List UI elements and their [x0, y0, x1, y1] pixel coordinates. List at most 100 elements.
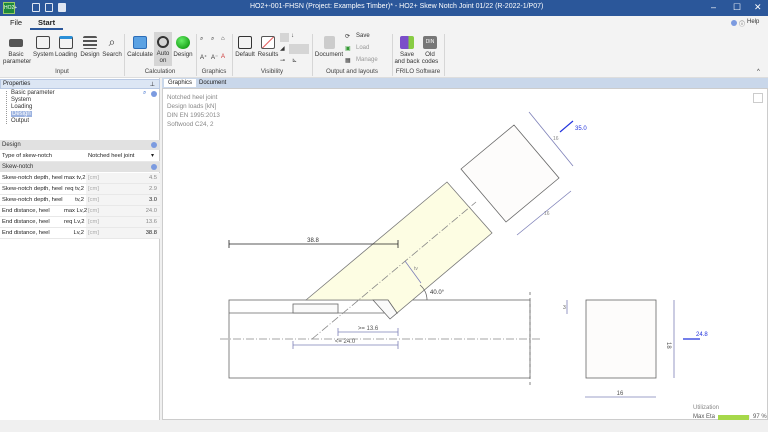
ribbon: Basic parameter System Loading Design ⌕ S…: [0, 30, 768, 78]
default-button[interactable]: Default: [234, 36, 256, 58]
row-label: End distance, heel: [2, 230, 50, 236]
row-value[interactable]: 38.8: [146, 230, 157, 236]
collapse-ribbon-icon[interactable]: ^: [757, 69, 760, 75]
auto-on-button[interactable]: Auto on: [154, 32, 172, 66]
row-symbol: max Lv,2: [64, 208, 88, 214]
home-view-icon[interactable]: ⌂: [221, 36, 225, 42]
system-icon: [36, 36, 50, 49]
maximize-button[interactable]: ☐: [733, 2, 741, 13]
row-unit: [cm]: [88, 197, 99, 203]
tab-document[interactable]: Document: [195, 79, 230, 87]
manage-layout-button[interactable]: Manage: [356, 57, 378, 63]
auto-calc-icon: [157, 36, 169, 48]
property-row: End distance, heel max Lv,2 [cm] 24.0: [0, 206, 160, 217]
help-button[interactable]: Help: [747, 19, 759, 25]
properties-header: Properties ⊥: [0, 79, 160, 89]
tree-item-system[interactable]: System: [11, 97, 31, 103]
dimension-toggle-icon[interactable]: [289, 44, 309, 54]
loading-button[interactable]: Loading: [55, 36, 77, 58]
new-file-icon[interactable]: [32, 3, 40, 12]
support-icon[interactable]: ⊸: [280, 57, 285, 64]
property-row: Skew-notch depth, heel max tv,2 [cm] 4.5: [0, 173, 160, 184]
arrow-down-icon[interactable]: ↓: [291, 33, 294, 39]
row-label: End distance, heel: [2, 219, 50, 225]
pin-icon[interactable]: ⊥: [150, 81, 155, 88]
row-label: Skew-notch depth, heel: [2, 186, 63, 192]
design-section-header: Design: [0, 140, 160, 150]
section-b-label: 16: [617, 391, 624, 397]
row-symbol: Lv,2: [73, 230, 84, 236]
search-button[interactable]: ⌕ Search: [102, 35, 122, 59]
results-button[interactable]: Results: [257, 36, 279, 58]
separator: [444, 34, 445, 76]
save-icon[interactable]: [45, 3, 53, 12]
status-bar: [0, 420, 768, 432]
tab-file[interactable]: File: [10, 18, 22, 27]
zoom-in-icon[interactable]: ⌕: [211, 36, 214, 43]
design-calc-button[interactable]: Design: [173, 36, 193, 58]
word-export-icon[interactable]: [58, 3, 66, 12]
document-icon: [323, 36, 335, 49]
zoom-icon[interactable]: ⌕: [200, 36, 203, 43]
collapse-icon[interactable]: [151, 164, 157, 170]
layout-icon[interactable]: ▣: [345, 45, 351, 52]
collapse-icon[interactable]: [151, 142, 157, 148]
tab-start[interactable]: Start: [30, 18, 64, 30]
group-frilo-label: FRILO Software: [395, 68, 441, 75]
save-layout-button[interactable]: Save: [356, 33, 370, 39]
design-icon: [83, 36, 97, 49]
hatch-icon[interactable]: ◢: [280, 45, 285, 52]
system-button[interactable]: System: [33, 36, 54, 58]
search-icon: ⌕: [108, 35, 116, 49]
type-select[interactable]: Notched heel joint: [88, 153, 134, 159]
settings-icon[interactable]: [731, 20, 737, 26]
group-graphics-label: Graphics: [201, 68, 227, 75]
search-icon[interactable]: ⌕: [143, 90, 146, 97]
joint-drawing: 38.8 >= 13.6 <= 24.0 tv 40.0° 16 16 35.0…: [220, 111, 708, 398]
basic-parameter-button[interactable]: Basic parameter: [3, 36, 31, 65]
old-codes-button[interactable]: DIN Old codes: [420, 36, 440, 65]
strut-w1-label: 16: [553, 136, 559, 142]
font-smaller-icon[interactable]: A⁻: [211, 54, 218, 61]
properties-panel: Properties ⊥ Basic parameter System Loadi…: [0, 78, 160, 420]
save-and-back-button[interactable]: Save and back: [394, 36, 420, 65]
force-arrow-strut: [559, 120, 574, 133]
type-of-skew-notch-row: Type of skew-notch Notched heel joint ▾: [0, 151, 160, 162]
minimize-button[interactable]: –: [711, 2, 716, 12]
collapse-icon[interactable]: [151, 91, 157, 97]
row-label: End distance, heel: [2, 208, 50, 214]
loading-icon: [59, 36, 73, 49]
tree-item-loading[interactable]: Loading: [11, 104, 32, 110]
tree-line: [6, 91, 7, 124]
font-larger-icon[interactable]: A⁺: [200, 54, 207, 61]
load-layout-button[interactable]: Load: [356, 45, 369, 51]
graphics-canvas[interactable]: Notched heel joint Design loads [kN] DIN…: [162, 88, 768, 420]
help-icon[interactable]: ⓘ: [739, 19, 745, 28]
visibility-toggle-icon[interactable]: [280, 33, 289, 42]
tree-item-basic-parameter[interactable]: Basic parameter: [11, 90, 55, 96]
row-value[interactable]: 3.0: [149, 197, 157, 203]
tab-graphics[interactable]: Graphics: [164, 79, 197, 87]
design-input-button[interactable]: Design: [79, 36, 101, 58]
calculate-button[interactable]: Calculate: [127, 36, 153, 58]
skew-notch-section-header: Skew-notch: [0, 162, 160, 172]
strut-section: [460, 124, 560, 223]
axis-icon[interactable]: ⊾: [292, 57, 297, 64]
tree-item-design[interactable]: Design: [11, 111, 32, 117]
tree-item-output[interactable]: Output: [11, 118, 29, 124]
row-label: Skew-notch depth, heel: [2, 175, 63, 181]
close-button[interactable]: ✕: [754, 2, 762, 13]
row-symbol: req tv,2: [65, 186, 84, 192]
default-view-icon: [238, 36, 252, 49]
force-h-label: 24.8: [696, 332, 708, 338]
row-value: 13.6: [145, 219, 157, 225]
strut-w2-label: 16: [544, 211, 550, 217]
font-color-icon[interactable]: A: [221, 54, 225, 60]
document-button[interactable]: Document: [314, 36, 344, 58]
grid-icon[interactable]: ▦: [345, 57, 351, 64]
calculate-icon: [133, 36, 147, 49]
group-input-label: Input: [55, 68, 69, 75]
save-back-icon: [400, 36, 414, 49]
chevron-down-icon[interactable]: ▾: [151, 153, 154, 159]
refresh-icon[interactable]: ⟳: [345, 33, 350, 40]
